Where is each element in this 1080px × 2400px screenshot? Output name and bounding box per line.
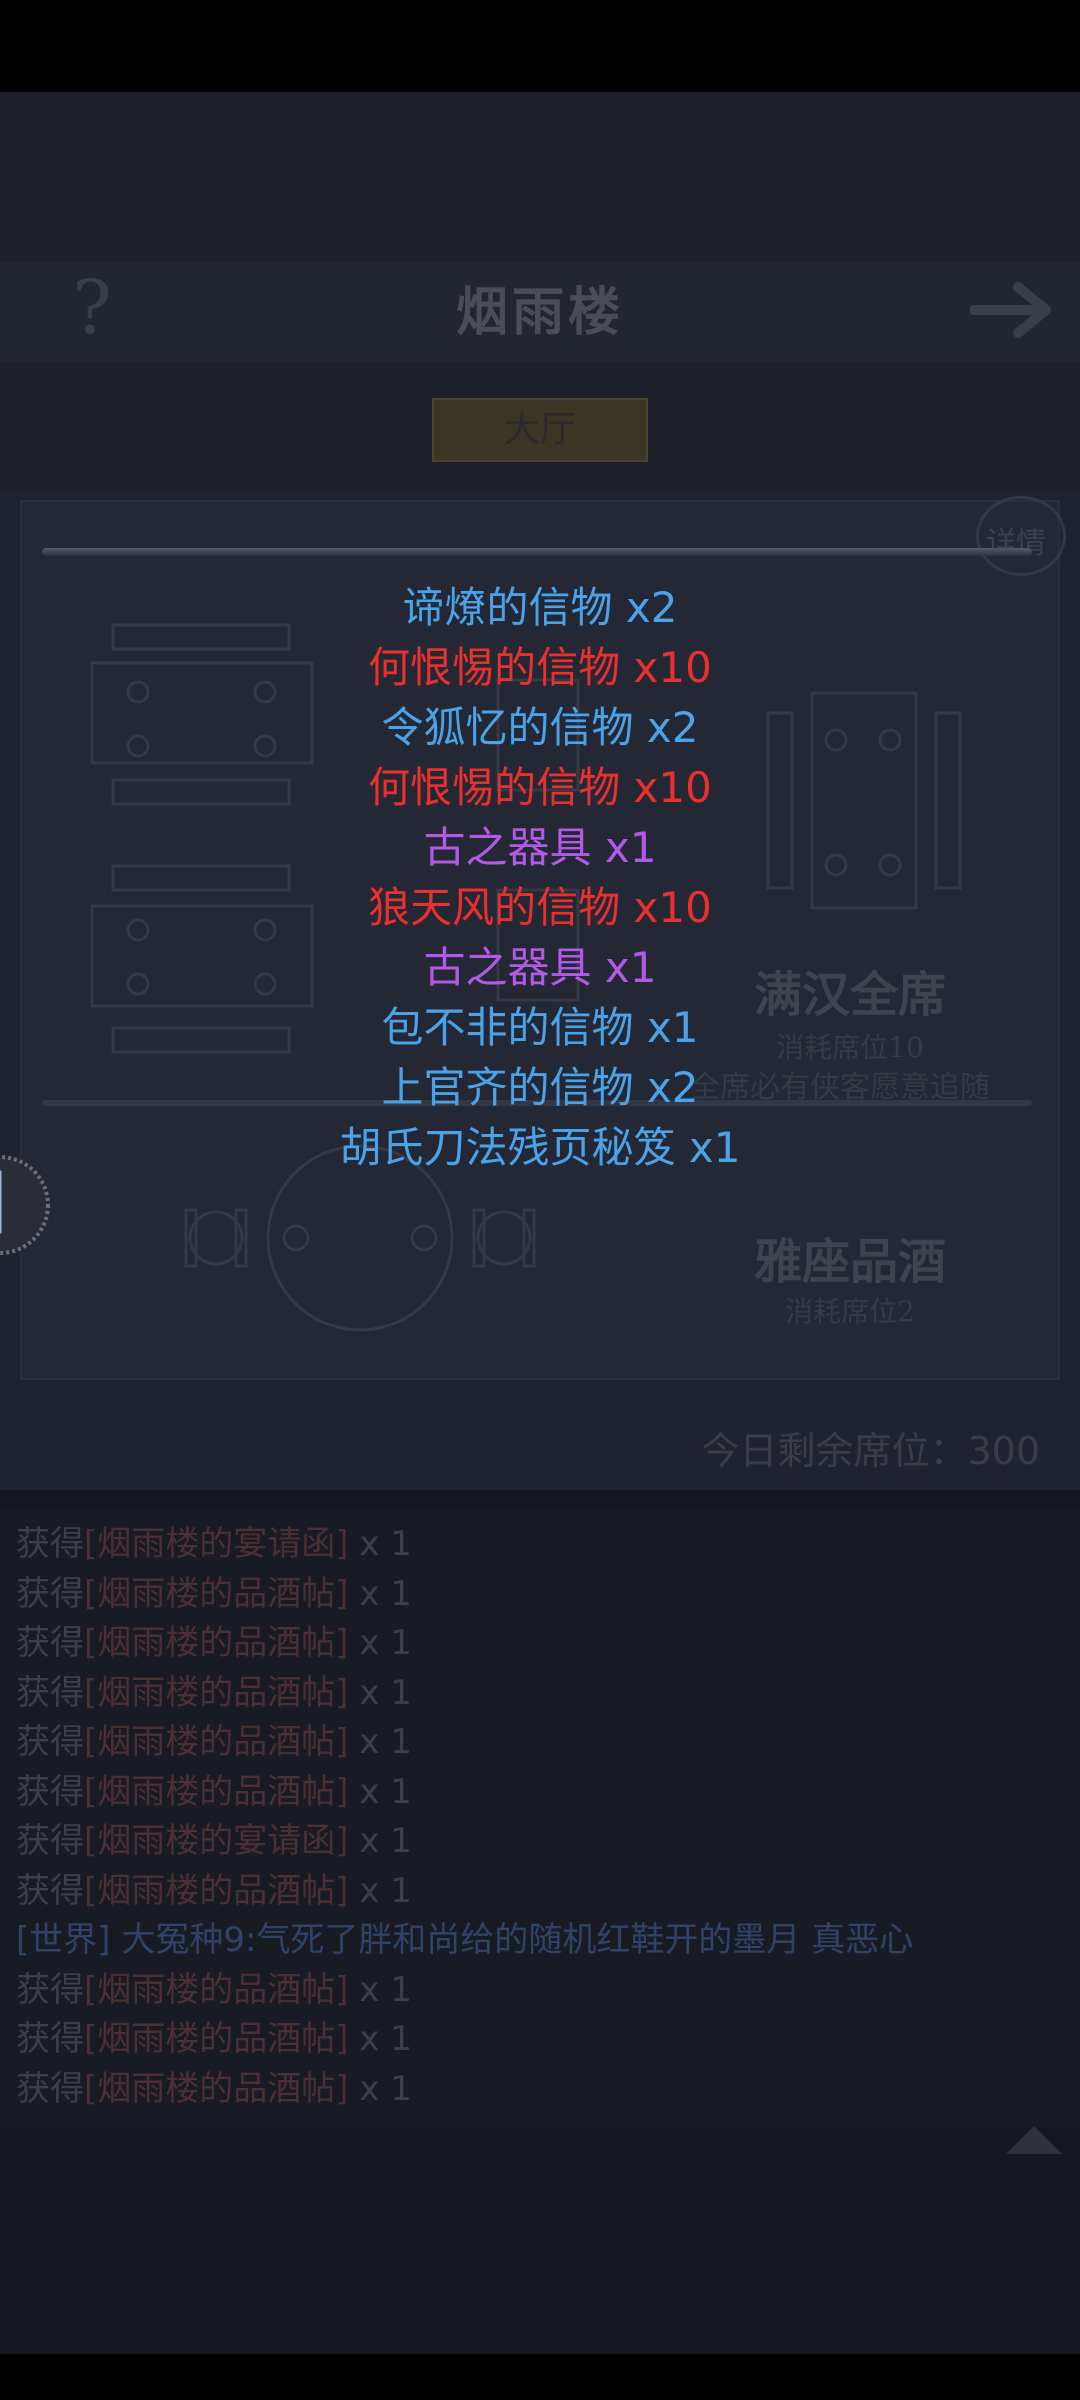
reward-item: 令狐忆的信物 x2: [381, 703, 699, 752]
log-line: 获得[烟雨楼的品酒帖] x 1: [16, 1619, 412, 1667]
log-count: x 1: [348, 1821, 412, 1861]
log-item: [烟雨楼的品酒帖]: [84, 2019, 349, 2059]
log-item: [烟雨楼的品酒帖]: [84, 1722, 349, 1762]
reward-item: 胡氏刀法残页秘笈 x1: [339, 1123, 741, 1172]
log-count: x 1: [348, 1524, 412, 1564]
side-badge-icon[interactable]: [0, 1150, 54, 1260]
top-backdrop: [0, 92, 1080, 262]
log-item: [烟雨楼的品酒帖]: [84, 2068, 349, 2109]
arrow-right-icon[interactable]: [970, 275, 1060, 345]
log-line: 获得[烟雨楼的品酒帖] x 1: [16, 2015, 412, 2063]
divider: [42, 548, 1032, 556]
reward-item: 狼天风的信物 x10: [368, 883, 712, 932]
tab-hall[interactable]: 大厅: [432, 398, 648, 462]
reward-list: 谛燎的信物 x2 何恨惕的信物 x10 令狐忆的信物 x2 何恨惕的信物 x10 古之器…: [140, 578, 940, 1178]
reward-item: 上官齐的信物 x2: [381, 1063, 699, 1112]
log-prefix: 获得: [16, 1573, 84, 1614]
log-line: 获得[烟雨楼的品酒帖] x 1: [16, 1718, 412, 1766]
log-prefix: 获得: [16, 1672, 84, 1713]
reward-item: 谛燎的信物 x2: [402, 583, 678, 632]
log-item: [烟雨楼的品酒帖]: [84, 1672, 349, 1713]
page-title: 烟雨楼: [455, 282, 624, 343]
log-item: [烟雨楼的品酒帖]: [84, 1870, 349, 1911]
log-prefix: 获得: [16, 1821, 84, 1861]
log-line: 获得[烟雨楼的品酒帖] x 1: [16, 1669, 412, 1717]
log-prefix: 获得: [16, 1771, 84, 1812]
log-line: 获得[烟雨楼的品酒帖] x 1: [16, 1768, 412, 1816]
status-bar: [0, 0, 1080, 92]
log-line: 获得[烟雨楼的品酒帖] x 1: [16, 1570, 412, 1618]
log-line: 获得[烟雨楼的品酒帖] x 1: [16, 2065, 412, 2113]
wine-cost: 消耗席位2: [785, 1295, 915, 1328]
log-count: x 1: [348, 1623, 412, 1663]
log-count: x 1: [348, 1969, 412, 2010]
log-line: 获得[烟雨楼的品酒帖] x 1: [16, 1966, 412, 2014]
log-item: [烟雨楼的宴请函]: [84, 1524, 349, 1564]
question-mark-icon[interactable]: ?: [62, 268, 122, 348]
log-count: x 1: [348, 1722, 412, 1762]
navigation-bar: [0, 2354, 1080, 2400]
log-count: x 1: [348, 1672, 412, 1713]
log-item: [烟雨楼的品酒帖]: [84, 1969, 349, 2010]
log-prefix: 获得: [16, 2019, 84, 2059]
world-chat-line: [世界] 大冤种9:气死了胖和尚给的随机红鞋开的墨月 真恶心: [16, 1920, 914, 1960]
log-count: x 1: [348, 1870, 412, 1911]
log-item: [烟雨楼的宴请函]: [84, 1821, 349, 1861]
log-count: x 1: [348, 1771, 412, 1812]
reward-item: 何恨惕的信物 x10: [368, 643, 712, 692]
log-count: x 1: [348, 2019, 412, 2059]
log-line: 获得[烟雨楼的宴请函] x 1: [16, 1817, 412, 1865]
log-item: [烟雨楼的品酒帖]: [84, 1623, 349, 1663]
seats-remaining: 今日剩余席位：300: [701, 1429, 1040, 1473]
log-prefix: 获得: [16, 1623, 84, 1663]
log-prefix: 获得: [16, 1870, 84, 1911]
log-prefix: 获得: [16, 1524, 84, 1564]
reward-item: 古之器具 x1: [423, 823, 657, 872]
log-item: [烟雨楼的品酒帖]: [84, 1573, 349, 1614]
reward-item: 古之器具 x1: [423, 943, 657, 992]
log-prefix: 获得: [16, 1969, 84, 2010]
log-line: 获得[烟雨楼的宴请函] x 1: [16, 1520, 412, 1568]
message-log: 获得[烟雨楼的宴请函] x 1 获得[烟雨楼的品酒帖] x 1 获得[烟雨楼的品酒帖…: [0, 1508, 1080, 2128]
log-prefix: 获得: [16, 1722, 84, 1762]
log-line: 获得[烟雨楼的品酒帖] x 1: [16, 1867, 412, 1915]
triangle-up-icon[interactable]: [1004, 2124, 1064, 2156]
log-count: x 1: [348, 1573, 412, 1614]
reward-item: 包不非的信物 x1: [381, 1003, 699, 1052]
log-item: [烟雨楼的品酒帖]: [84, 1771, 349, 1812]
wine-title[interactable]: 雅座品酒: [700, 1222, 1000, 1292]
reward-item: 何恨惕的信物 x10: [368, 763, 712, 812]
log-prefix: 获得: [16, 2068, 84, 2109]
log-count: x 1: [348, 2068, 412, 2109]
